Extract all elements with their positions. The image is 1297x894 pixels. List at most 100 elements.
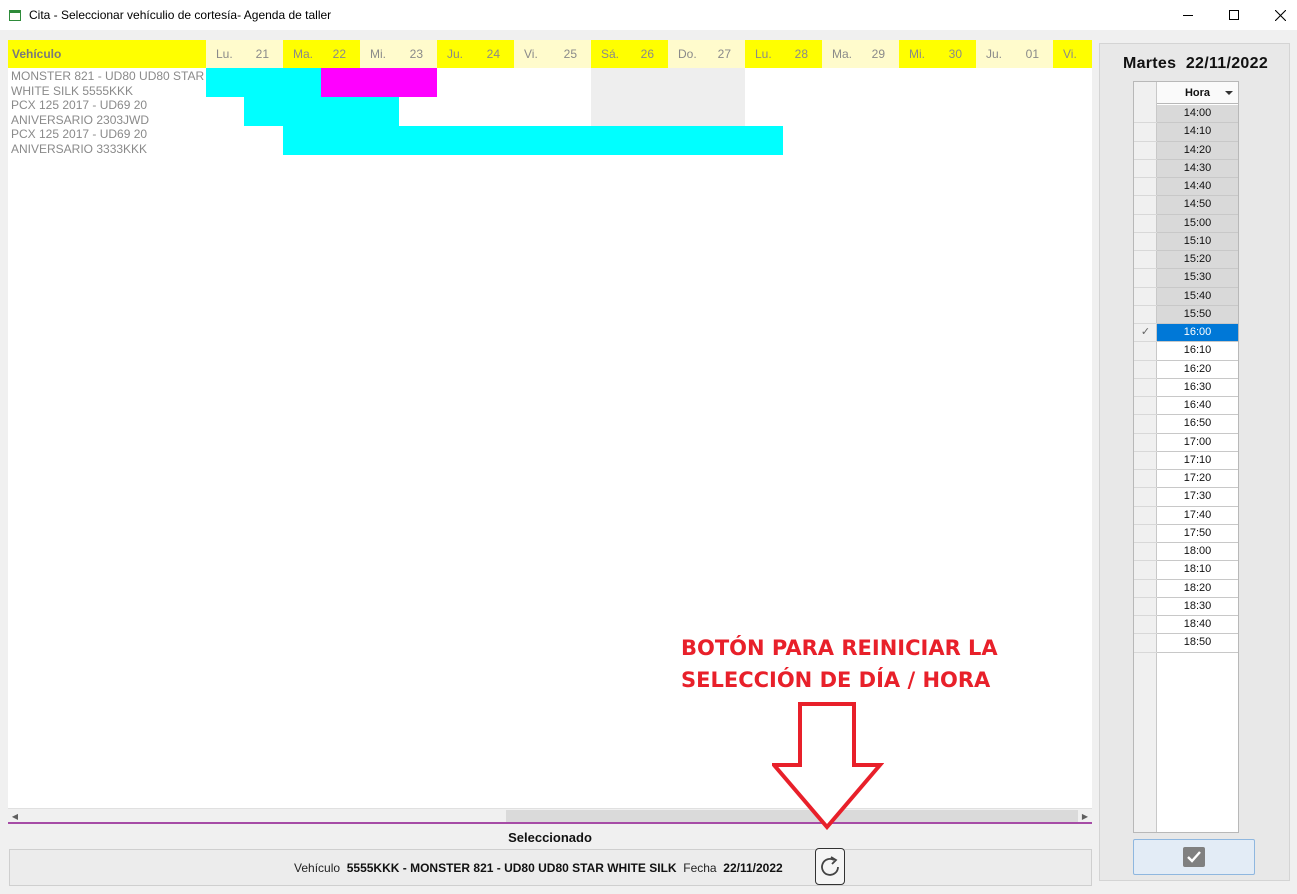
time-slot-row[interactable]: 15:00	[1134, 214, 1238, 233]
time-slot-row[interactable]: 15:10	[1134, 232, 1238, 252]
time-slot-row[interactable]: 15:20	[1134, 251, 1238, 270]
time-slot-row[interactable]: 15:30	[1134, 269, 1238, 288]
maximize-button[interactable]	[1211, 0, 1257, 30]
time-slot-row[interactable]: 14:50	[1134, 196, 1238, 215]
time-slot-row[interactable]: 17:40	[1134, 506, 1238, 525]
row-selector[interactable]	[1134, 342, 1157, 361]
close-button[interactable]	[1257, 0, 1297, 30]
vehicle-row-label[interactable]: ANIVERSARIO 3333KKK	[11, 142, 204, 157]
day-header[interactable]: Vi.	[1053, 40, 1092, 68]
row-selector[interactable]	[1134, 507, 1157, 525]
sort-dropdown-icon[interactable]	[1225, 91, 1233, 95]
time-slot-row[interactable]: 16:40	[1134, 397, 1238, 416]
reset-selection-button[interactable]	[815, 848, 845, 885]
scroll-left-icon[interactable]: ◀	[8, 809, 22, 823]
row-selector[interactable]	[1134, 543, 1157, 562]
time-slot-row[interactable]: 18:20	[1134, 579, 1238, 598]
row-selector[interactable]	[1134, 488, 1157, 507]
time-slot-row[interactable]: 17:00	[1134, 433, 1238, 452]
time-slot-row[interactable]: 18:40	[1134, 616, 1238, 635]
time-slot-row[interactable]: 16:50	[1134, 415, 1238, 434]
row-selector[interactable]	[1134, 616, 1157, 635]
day-header[interactable]: Mi. 23	[360, 40, 437, 68]
time-slot-row[interactable]: ✓ 16:00	[1134, 324, 1238, 343]
time-slot-label: 18:10	[1157, 561, 1238, 580]
day-header[interactable]: Mi. 30	[899, 40, 976, 68]
row-selector[interactable]	[1134, 434, 1157, 452]
time-slot-row[interactable]: 16:20	[1134, 360, 1238, 379]
row-selector[interactable]	[1134, 233, 1157, 252]
scroll-right-icon[interactable]: ▶	[1078, 809, 1092, 823]
booking-bar-selected[interactable]	[321, 68, 437, 97]
booking-bar[interactable]	[206, 68, 322, 97]
minimize-button[interactable]	[1165, 0, 1211, 30]
vehicle-gantt-chart[interactable]: Vehículo Lu. 21 Ma. 22 Mi. 23 Ju. 24 Vi. 25 Sá. 26 D…	[8, 40, 1092, 824]
row-selector[interactable]	[1134, 580, 1157, 598]
row-selector[interactable]	[1134, 215, 1157, 233]
day-number: 29	[871, 47, 885, 61]
row-selector[interactable]	[1134, 142, 1157, 160]
day-header[interactable]: Ju. 01	[976, 40, 1053, 68]
row-selector[interactable]	[1134, 269, 1157, 288]
row-selector[interactable]	[1134, 470, 1157, 489]
horizontal-scrollbar[interactable]: ◀ ▶	[8, 808, 1092, 822]
confirm-button[interactable]	[1133, 839, 1255, 875]
row-selector[interactable]	[1134, 598, 1157, 617]
time-slot-row[interactable]: 17:10	[1134, 451, 1238, 471]
time-slot-row[interactable]: 18:50	[1134, 634, 1238, 653]
row-selector[interactable]	[1134, 251, 1157, 270]
vehicle-row-label[interactable]: PCX 125 2017 - UD69 20	[11, 127, 204, 142]
time-slot-row[interactable]: 14:00	[1134, 105, 1238, 124]
time-slot-row[interactable]: 14:10	[1134, 123, 1238, 142]
row-selector[interactable]	[1134, 178, 1157, 197]
vehicle-column-header[interactable]: Vehículo	[8, 40, 206, 68]
time-slot-row[interactable]: 14:30	[1134, 159, 1238, 179]
time-slot-row[interactable]: 17:50	[1134, 524, 1238, 544]
row-selector[interactable]	[1134, 634, 1157, 653]
row-selector[interactable]	[1134, 306, 1157, 325]
vehicle-row-label[interactable]: PCX 125 2017 - UD69 20	[11, 98, 204, 113]
row-selector[interactable]	[1134, 123, 1157, 142]
time-slot-row[interactable]: 17:20	[1134, 470, 1238, 489]
time-slot-label: 15:00	[1157, 214, 1238, 233]
row-selector[interactable]	[1134, 397, 1157, 416]
row-checked-icon[interactable]: ✓	[1134, 324, 1157, 343]
time-slot-grid[interactable]: Hora 14:00 14:10 14:20 14:30 14:40 14:50 15:00…	[1133, 81, 1239, 833]
row-selector[interactable]	[1134, 361, 1157, 379]
day-header[interactable]: Ma. 22	[283, 40, 360, 68]
row-selector[interactable]	[1134, 160, 1157, 179]
time-slot-row[interactable]: 17:30	[1134, 488, 1238, 507]
day-header[interactable]: Lu. 21	[206, 40, 283, 68]
app-window: Cita - Seleccionar vehículio de cortesía…	[0, 0, 1297, 894]
time-slot-row[interactable]: 15:40	[1134, 287, 1238, 306]
day-header[interactable]: Sá. 26	[591, 40, 668, 68]
vehicle-row-label[interactable]: WHITE SILK 5555KKK	[11, 84, 204, 99]
booking-bar[interactable]	[283, 126, 783, 155]
time-slot-label: 17:30	[1157, 488, 1238, 507]
day-header[interactable]: Ju. 24	[437, 40, 514, 68]
day-header[interactable]: Vi. 25	[514, 40, 591, 68]
vehicle-row-label[interactable]: ANIVERSARIO 2303JWD	[11, 113, 204, 128]
row-selector[interactable]	[1134, 105, 1157, 124]
time-slot-row[interactable]: 14:20	[1134, 141, 1238, 160]
time-slot-row[interactable]: 18:00	[1134, 543, 1238, 562]
row-selector[interactable]	[1134, 196, 1157, 215]
hora-column-header[interactable]: Hora	[1157, 82, 1238, 104]
row-selector[interactable]	[1134, 415, 1157, 434]
time-slot-row[interactable]: 16:10	[1134, 342, 1238, 361]
row-selector[interactable]	[1134, 288, 1157, 306]
row-selector[interactable]	[1134, 561, 1157, 580]
time-slot-row[interactable]: 18:10	[1134, 561, 1238, 580]
row-selector[interactable]	[1134, 525, 1157, 544]
time-slot-row[interactable]: 15:50	[1134, 305, 1238, 325]
day-header[interactable]: Ma. 29	[822, 40, 899, 68]
day-header[interactable]: Do. 27	[668, 40, 745, 68]
vehicle-row-label[interactable]: MONSTER 821 - UD80 UD80 STAR	[11, 69, 204, 84]
time-slot-row[interactable]: 14:40	[1134, 178, 1238, 197]
row-selector[interactable]	[1134, 452, 1157, 471]
row-selector[interactable]	[1134, 379, 1157, 398]
time-slot-row[interactable]: 16:30	[1134, 378, 1238, 398]
time-slot-row[interactable]: 18:30	[1134, 597, 1238, 617]
day-header[interactable]: Lu. 28	[745, 40, 822, 68]
booking-bar[interactable]	[244, 97, 399, 126]
